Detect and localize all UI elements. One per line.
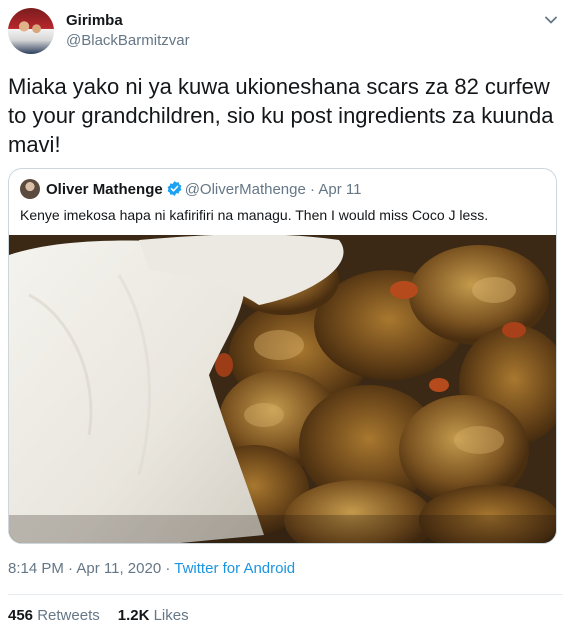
quoted-avatar[interactable] bbox=[20, 179, 40, 199]
divider bbox=[8, 594, 563, 595]
quoted-header: Oliver Mathenge @OliverMathenge · Apr 11 bbox=[46, 180, 361, 198]
quoted-text: Kenye imekosa hapa ni kafirifiri na mana… bbox=[20, 207, 489, 223]
quoted-author-handle[interactable]: @OliverMathenge bbox=[185, 181, 306, 198]
tweet-source-link[interactable]: Twitter for Android bbox=[174, 560, 295, 577]
likes-count: 1.2K bbox=[117, 607, 150, 624]
tweet-meta: 8:14 PM · Apr 11, 2020 · Twitter for And… bbox=[8, 560, 295, 577]
tweet-date[interactable]: Apr 11, 2020 bbox=[76, 560, 161, 577]
tweet-stats: 456 Retweets 1.2K Likes bbox=[8, 607, 189, 624]
retweets-stat[interactable]: 456 Retweets bbox=[8, 607, 100, 624]
tweet-text: Miaka yako ni ya kuwa ukioneshana scars … bbox=[8, 74, 554, 157]
chevron-down-icon[interactable] bbox=[541, 10, 561, 30]
quoted-author-name[interactable]: Oliver Mathenge bbox=[46, 181, 163, 198]
verified-badge-icon bbox=[167, 181, 182, 196]
avatar[interactable] bbox=[8, 8, 54, 54]
food-photo[interactable] bbox=[9, 235, 557, 544]
likes-stat[interactable]: 1.2K Likes bbox=[118, 607, 189, 624]
tweet-time[interactable]: 8:14 PM bbox=[8, 560, 64, 577]
meta-separator: · bbox=[68, 560, 74, 577]
author-name[interactable]: Girimba bbox=[66, 12, 123, 29]
quoted-date[interactable]: Apr 11 bbox=[318, 181, 361, 198]
likes-label: Likes bbox=[153, 607, 189, 624]
meta-separator-2: · bbox=[165, 560, 171, 577]
retweets-count: 456 bbox=[8, 607, 34, 624]
quoted-tweet[interactable]: Oliver Mathenge @OliverMathenge · Apr 11… bbox=[8, 168, 557, 544]
quoted-separator: · bbox=[310, 181, 315, 198]
author-handle[interactable]: @BlackBarmitzvar bbox=[66, 32, 190, 49]
retweets-label: Retweets bbox=[37, 607, 100, 624]
